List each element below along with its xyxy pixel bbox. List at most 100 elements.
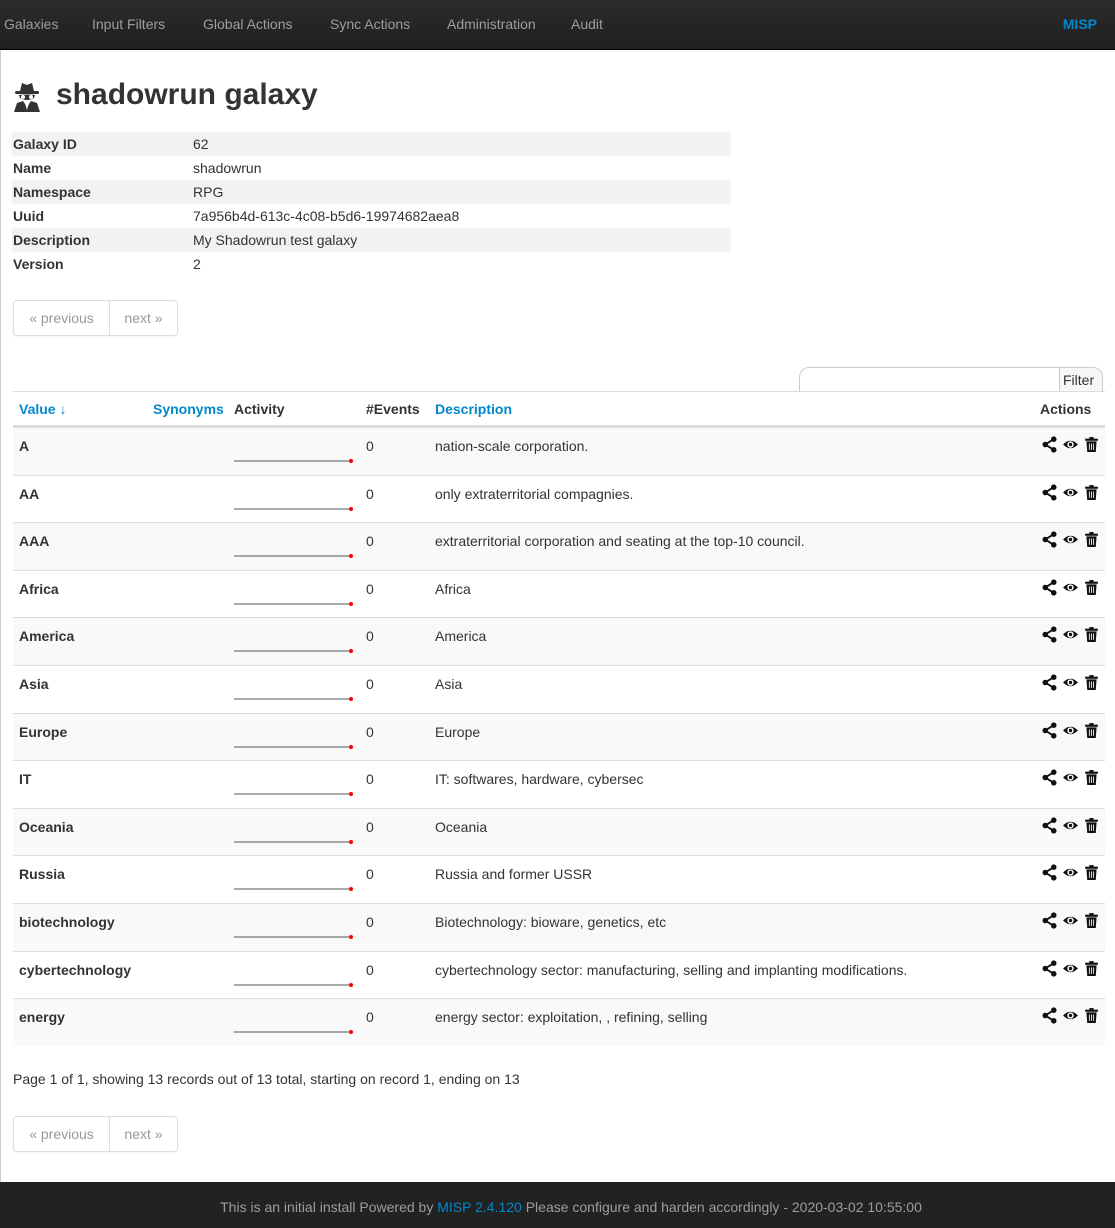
eye-icon[interactable]	[1062, 674, 1079, 691]
cluster-description: extraterritorial corporation and seating…	[435, 533, 805, 550]
cluster-description: Asia	[435, 675, 463, 692]
table-row: energy 0 energy sector: exploitation, , re…	[13, 998, 1105, 1046]
footer-prefix: This is an initial install Powered by	[220, 1199, 434, 1215]
eye-icon[interactable]	[1062, 722, 1079, 739]
eye-icon[interactable]	[1062, 769, 1079, 786]
event-count[interactable]: 0	[366, 1009, 374, 1025]
trash-icon[interactable]	[1083, 912, 1100, 929]
share-icon[interactable]	[1041, 864, 1058, 881]
trash-icon[interactable]	[1083, 864, 1100, 881]
trash-icon[interactable]	[1083, 579, 1100, 596]
cluster-value[interactable]: Oceania	[19, 819, 73, 835]
next-page-button[interactable]: next »	[110, 1117, 177, 1151]
trash-icon[interactable]	[1083, 722, 1100, 739]
meta-row-name: Name shadowrun	[12, 156, 731, 180]
cluster-description: nation-scale corporation.	[435, 438, 589, 454]
row-actions	[1041, 912, 1100, 929]
table-row: biotechnology 0 Biotechnology: bioware, ge…	[13, 902, 1105, 951]
cluster-value[interactable]: IT	[19, 771, 31, 787]
event-count[interactable]: 0	[366, 914, 374, 930]
nav-audit[interactable]: Audit	[571, 16, 603, 32]
next-page-button[interactable]: next »	[110, 301, 177, 335]
event-count[interactable]: 0	[366, 533, 374, 549]
cluster-value[interactable]: Africa	[19, 581, 59, 597]
share-icon[interactable]	[1041, 436, 1058, 453]
pagination-bottom: « previous next »	[13, 1116, 178, 1152]
share-icon[interactable]	[1041, 817, 1058, 834]
trash-icon[interactable]	[1083, 674, 1100, 691]
header-description[interactable]: Description	[435, 401, 512, 417]
event-count[interactable]: 0	[366, 581, 374, 597]
trash-icon[interactable]	[1083, 484, 1100, 501]
trash-icon[interactable]	[1083, 531, 1100, 548]
cluster-value[interactable]: energy	[19, 1009, 65, 1025]
cluster-value[interactable]: cybertechnology	[19, 962, 131, 978]
cluster-description: Russia and former USSR	[435, 866, 593, 883]
eye-icon[interactable]	[1062, 436, 1079, 453]
header-synonyms[interactable]: Synonyms	[153, 401, 224, 417]
trash-icon[interactable]	[1083, 1007, 1100, 1024]
cluster-value[interactable]: AAA	[19, 533, 49, 549]
event-count[interactable]: 0	[366, 628, 374, 644]
trash-icon[interactable]	[1083, 960, 1100, 977]
cluster-value[interactable]: AA	[19, 486, 39, 502]
nav-brand-misp[interactable]: MISP	[1063, 16, 1097, 32]
cluster-value[interactable]: A	[19, 438, 29, 454]
event-count[interactable]: 0	[366, 438, 374, 454]
row-actions	[1041, 817, 1100, 834]
eye-icon[interactable]	[1062, 960, 1079, 977]
eye-icon[interactable]	[1062, 817, 1079, 834]
header-value[interactable]: Value ↓	[19, 401, 66, 417]
nav-global-actions[interactable]: Global Actions	[203, 16, 293, 32]
event-count[interactable]: 0	[366, 676, 374, 692]
eye-icon[interactable]	[1062, 531, 1079, 548]
filter-input[interactable]	[799, 367, 1060, 392]
event-count[interactable]: 0	[366, 819, 374, 835]
trash-icon[interactable]	[1083, 769, 1100, 786]
cluster-value[interactable]: Russia	[19, 866, 65, 882]
nav-input-filters[interactable]: Input Filters	[92, 16, 165, 32]
cluster-value[interactable]: Asia	[19, 676, 49, 692]
share-icon[interactable]	[1041, 912, 1058, 929]
event-count[interactable]: 0	[366, 486, 374, 502]
eye-icon[interactable]	[1062, 484, 1079, 501]
share-icon[interactable]	[1041, 721, 1058, 739]
previous-page-button[interactable]: « previous	[14, 1117, 110, 1151]
trash-icon[interactable]	[1083, 436, 1100, 453]
trash-icon[interactable]	[1083, 817, 1100, 834]
cluster-description: energy sector: exploitation, , refining,…	[435, 1009, 708, 1026]
eye-icon[interactable]	[1062, 864, 1079, 881]
previous-page-button[interactable]: « previous	[14, 301, 110, 335]
meta-key: Namespace	[13, 184, 91, 200]
share-icon[interactable]	[1041, 579, 1058, 596]
filter-button[interactable]: Filter	[1059, 367, 1103, 392]
meta-key: Uuid	[13, 208, 45, 224]
share-icon[interactable]	[1041, 674, 1058, 691]
footer: This is an initial install Powered by MI…	[0, 1182, 1115, 1228]
eye-icon[interactable]	[1062, 579, 1079, 596]
event-count[interactable]: 0	[366, 962, 374, 978]
nav-sync-actions[interactable]: Sync Actions	[330, 16, 410, 32]
nav-administration[interactable]: Administration	[447, 16, 536, 32]
eye-icon[interactable]	[1062, 912, 1079, 929]
share-icon[interactable]	[1041, 769, 1058, 786]
share-icon[interactable]	[1041, 626, 1058, 643]
eye-icon[interactable]	[1062, 1007, 1079, 1024]
header-activity: Activity	[234, 401, 285, 417]
event-count[interactable]: 0	[366, 771, 374, 787]
row-actions	[1041, 626, 1100, 643]
eye-icon[interactable]	[1062, 626, 1079, 643]
event-count[interactable]: 0	[366, 866, 374, 882]
cluster-value[interactable]: America	[19, 628, 74, 644]
trash-icon[interactable]	[1083, 626, 1100, 643]
share-icon[interactable]	[1041, 531, 1058, 548]
share-icon[interactable]	[1041, 959, 1058, 977]
cluster-value[interactable]: Europe	[19, 724, 67, 740]
table-header: Value ↓ Synonyms Activity #Events Descri…	[13, 392, 1105, 427]
nav-galaxies[interactable]: Galaxies	[4, 16, 58, 32]
event-count[interactable]: 0	[366, 724, 374, 740]
footer-misp-link[interactable]: MISP 2.4.120	[437, 1199, 522, 1215]
share-icon[interactable]	[1041, 484, 1058, 501]
cluster-value[interactable]: biotechnology	[19, 914, 115, 930]
share-icon[interactable]	[1041, 1007, 1058, 1024]
